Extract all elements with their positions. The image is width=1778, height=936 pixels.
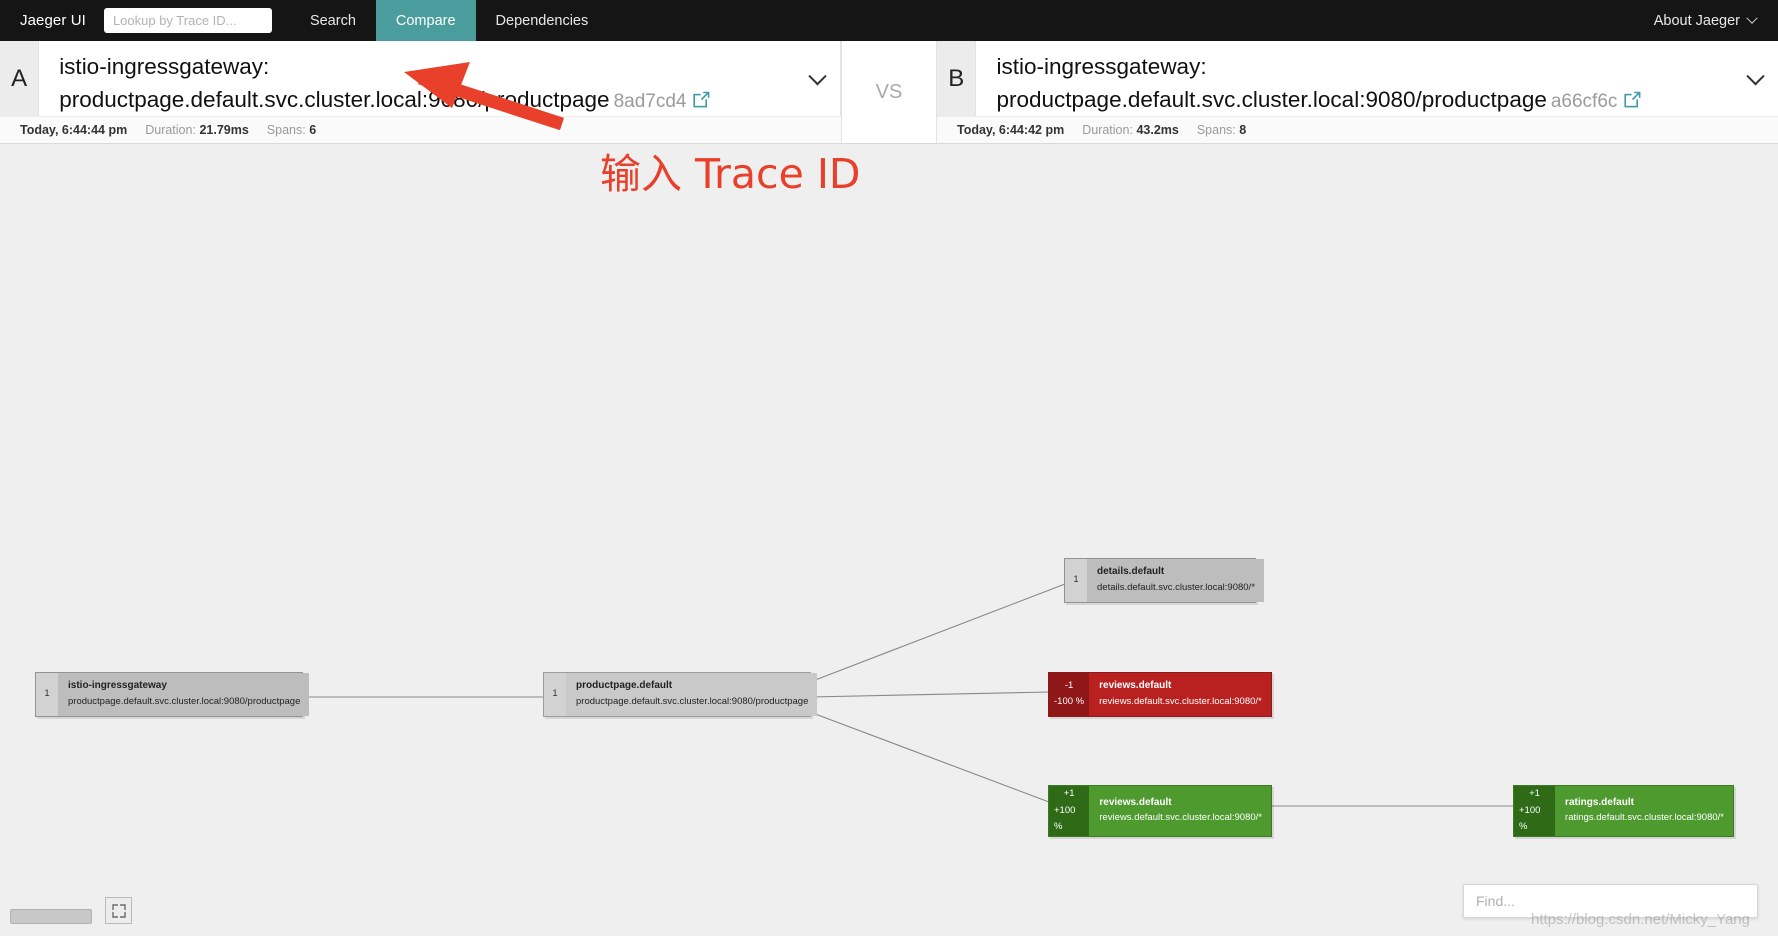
trace-b-duration-value: 43.2ms <box>1136 123 1179 138</box>
graph-edges <box>302 583 1514 807</box>
graph-node-service: reviews.default <box>1099 680 1172 691</box>
graph-node-service: details.default <box>1097 566 1165 577</box>
graph-node-service: istio-ingressgateway <box>68 680 167 691</box>
trace-a-id: 8ad7cd4 <box>613 91 687 113</box>
trace-b-panel: B istio-ingressgateway: productpage.defa… <box>937 41 1778 143</box>
trace-b-id: a66cf6c <box>1550 91 1618 113</box>
graph-node-percent: +100 % <box>1054 804 1076 833</box>
nav-link-search[interactable]: Search <box>290 0 376 41</box>
trace-b-letter: B <box>937 41 977 117</box>
trace-b-dropdown-button[interactable] <box>1732 67 1778 87</box>
graph-find-input[interactable] <box>1463 884 1758 918</box>
trace-a-spans-label: Spans: <box>266 123 306 138</box>
graph-node-count-delta: -1 -100 % <box>1049 673 1090 716</box>
trace-a-title-row: istio-ingressgateway: productpage.defaul… <box>39 50 794 118</box>
app-brand[interactable]: Jaeger UI <box>0 12 104 29</box>
graph-node-service: productpage.default <box>576 680 673 691</box>
trace-b-timestamp: Today, 6:44:42 pm <box>957 123 1065 138</box>
about-jaeger-label: About Jaeger <box>1653 12 1740 29</box>
graph-node-service: reviews.default <box>1099 796 1172 808</box>
graph-node-operation: ratings.default.svc.cluster.local:9080/* <box>1565 812 1724 824</box>
horizontal-scrollbar[interactable] <box>10 909 92 924</box>
graph-node-count-delta: +1 +100 % <box>1049 786 1090 836</box>
graph-node-count: +1 <box>1529 788 1540 799</box>
trace-a-spans-value: 6 <box>309 123 317 138</box>
chevron-down-icon <box>1746 12 1758 24</box>
graph-node-count: -1 <box>1064 679 1074 691</box>
graph-node-count: 1 <box>36 673 58 716</box>
external-link-icon[interactable] <box>1624 84 1642 117</box>
graph-node-istio-ingressgateway[interactable]: 1 istio-ingressgateway productpage.defau… <box>35 672 310 717</box>
graph-node-operation: productpage.default.svc.cluster.local:90… <box>68 695 301 707</box>
trace-b-meta: Today, 6:44:42 pm Duration: 43.2ms Spans… <box>937 116 1778 143</box>
graph-node-productpage-default[interactable]: 1 productpage.default productpage.defaul… <box>543 672 818 717</box>
trace-b-spans-label: Spans: <box>1196 123 1236 138</box>
trace-a-duration: Duration: 21.79ms <box>145 123 249 137</box>
trace-b-title: istio-ingressgateway: productpage.defaul… <box>996 54 1547 113</box>
trace-a-timestamp: Today, 6:44:44 pm <box>20 123 128 138</box>
trace-id-lookup-input[interactable] <box>103 8 272 33</box>
chevron-down-icon <box>1745 67 1765 86</box>
graph-node-service: ratings.default <box>1565 796 1634 808</box>
trace-a-dropdown-button[interactable] <box>794 67 840 87</box>
chevron-down-icon <box>807 67 827 86</box>
graph-node-percent: +100 % <box>1519 804 1541 833</box>
trace-a-duration-label: Duration: <box>145 123 196 138</box>
graph-node-operation: details.default.svc.cluster.local:9080/* <box>1097 581 1255 593</box>
trace-b-duration: Duration: 43.2ms <box>1082 123 1179 137</box>
graph-node-ratings-default-added[interactable]: +1 +100 % ratings.default ratings.defaul… <box>1513 785 1734 837</box>
trace-a-title: istio-ingressgateway: productpage.defaul… <box>59 54 610 113</box>
trace-a-letter: A <box>0 41 40 117</box>
fit-to-screen-button[interactable] <box>105 897 132 924</box>
trace-b-duration-label: Duration: <box>1082 123 1133 138</box>
nav-link-dependencies[interactable]: Dependencies <box>476 0 609 41</box>
graph-node-count: 1 <box>1065 559 1087 602</box>
trace-a-duration-value: 21.79ms <box>199 123 249 138</box>
nav-links: Search Compare Dependencies <box>290 0 608 41</box>
graph-node-reviews-default-removed[interactable]: -1 -100 % reviews.default reviews.defaul… <box>1048 672 1272 717</box>
graph-node-operation: productpage.default.svc.cluster.local:90… <box>576 695 809 707</box>
ddg-graph-canvas[interactable]: 1 istio-ingressgateway productpage.defau… <box>0 144 1778 936</box>
graph-node-operation: reviews.default.svc.cluster.local:9080/* <box>1099 695 1262 707</box>
about-jaeger-menu[interactable]: About Jaeger <box>1653 12 1778 29</box>
graph-node-operation: reviews.default.svc.cluster.local:9080/* <box>1099 812 1262 824</box>
vs-divider: VS <box>841 41 937 143</box>
external-link-icon[interactable] <box>693 84 711 117</box>
trace-comparison-header: A istio-ingressgateway: productpage.defa… <box>0 41 1778 144</box>
trace-a-meta: Today, 6:44:44 pm Duration: 21.79ms Span… <box>0 116 841 143</box>
graph-node-details-default[interactable]: 1 details.default details.default.svc.cl… <box>1064 558 1264 603</box>
trace-b-title-row: istio-ingressgateway: productpage.defaul… <box>976 50 1732 118</box>
nav-link-compare[interactable]: Compare <box>375 0 476 41</box>
trace-b-spans-value: 8 <box>1239 123 1247 138</box>
expand-arrows-icon <box>111 903 126 918</box>
trace-a-spans: Spans: 6 <box>267 123 316 137</box>
trace-a-panel: A istio-ingressgateway: productpage.defa… <box>0 41 841 143</box>
graph-node-reviews-default-added[interactable]: +1 +100 % reviews.default reviews.defaul… <box>1048 785 1272 837</box>
graph-node-percent: -100 % <box>1054 696 1085 708</box>
graph-node-count-delta: +1 +100 % <box>1514 786 1556 836</box>
graph-node-count: +1 <box>1063 788 1075 799</box>
top-navbar: Jaeger UI Search Compare Dependencies Ab… <box>0 0 1778 41</box>
graph-node-count: 1 <box>544 673 566 716</box>
trace-b-spans: Spans: 8 <box>1197 123 1246 137</box>
